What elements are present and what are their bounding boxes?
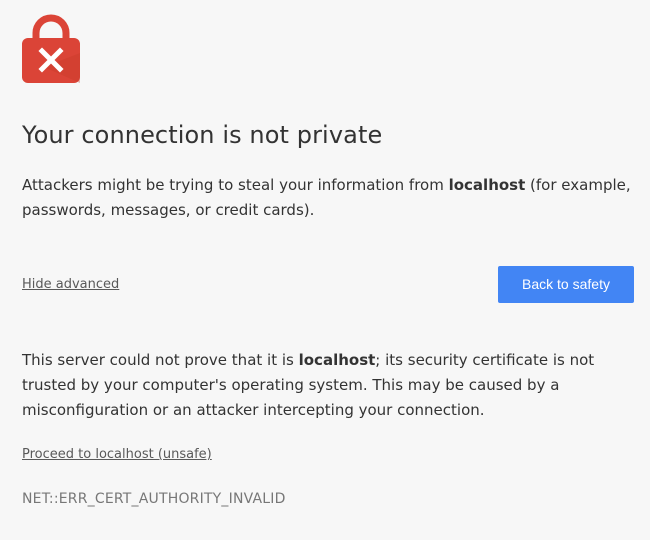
main-message-host: localhost: [448, 176, 526, 194]
main-message-prefix: Attackers might be trying to steal your …: [22, 176, 449, 194]
main-message: Attackers might be trying to steal your …: [22, 173, 642, 223]
page-title: Your connection is not private: [22, 121, 383, 149]
details-message: This server could not prove that it is l…: [22, 348, 632, 423]
error-code: NET::ERR_CERT_AUTHORITY_INVALID: [22, 491, 286, 507]
back-to-safety-button[interactable]: Back to safety: [498, 266, 634, 303]
details-message-host: localhost: [298, 351, 376, 369]
lock-error-icon: [22, 13, 80, 83]
proceed-unsafe-link[interactable]: Proceed to localhost (unsafe): [22, 447, 212, 462]
hide-advanced-link[interactable]: Hide advanced: [22, 277, 119, 292]
details-message-prefix: This server could not prove that it is: [22, 351, 299, 369]
